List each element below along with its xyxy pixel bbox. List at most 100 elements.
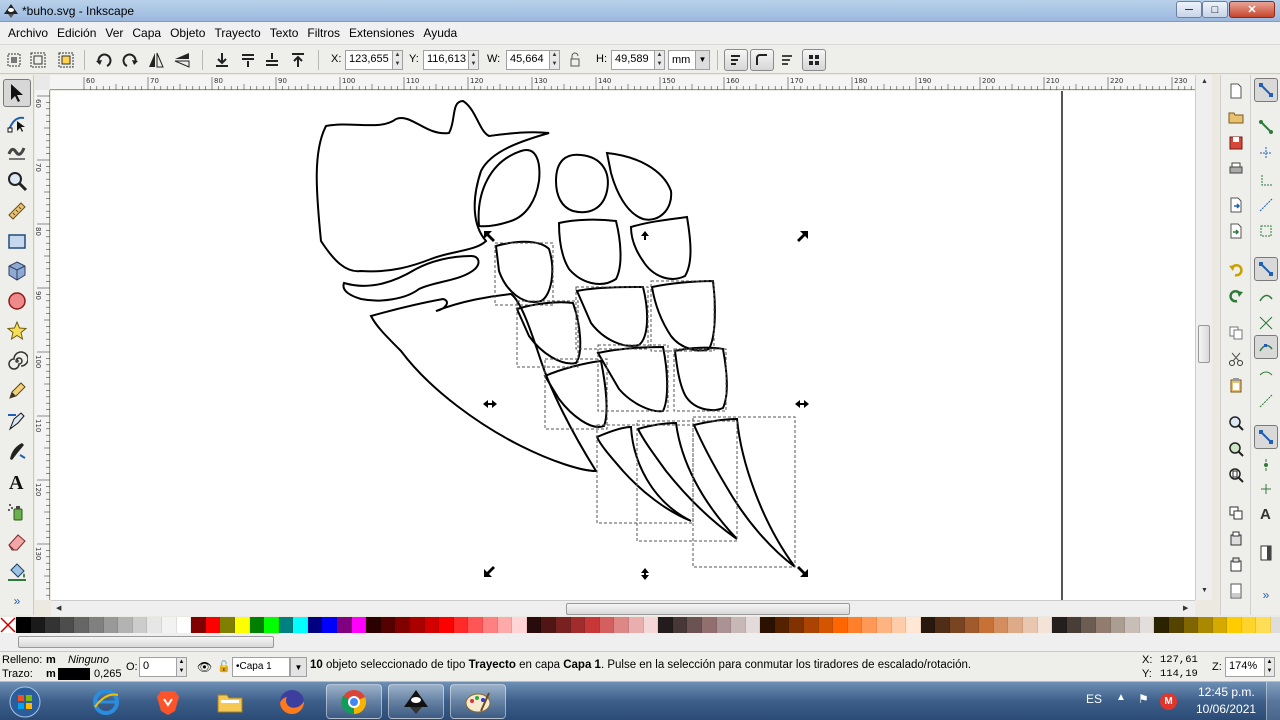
horizontal-scroll-thumb[interactable] — [566, 603, 850, 615]
color-swatch[interactable] — [614, 617, 629, 633]
star-tool[interactable] — [3, 317, 31, 345]
color-swatch[interactable] — [920, 617, 936, 633]
flip-vertical-icon[interactable] — [172, 50, 192, 70]
color-swatch[interactable] — [512, 617, 527, 633]
color-swatch[interactable] — [30, 617, 46, 633]
color-swatch[interactable] — [716, 617, 732, 633]
color-swatch[interactable] — [1066, 617, 1082, 633]
move-gradients-icon[interactable] — [778, 50, 798, 70]
color-swatch[interactable] — [103, 617, 119, 633]
color-swatch[interactable] — [1052, 617, 1067, 633]
color-swatch[interactable] — [293, 617, 308, 633]
pencil-tool[interactable] — [3, 377, 31, 405]
w-spinner[interactable]: ▲ ▼ — [550, 50, 560, 70]
export-icon[interactable] — [1226, 221, 1246, 241]
color-swatch[interactable] — [264, 617, 279, 633]
x-input[interactable]: 123,655 — [345, 50, 393, 70]
snap-page-border-icon[interactable] — [1256, 543, 1276, 563]
clone-icon[interactable] — [1226, 529, 1246, 549]
color-swatch[interactable] — [307, 617, 323, 633]
color-swatch[interactable] — [1154, 617, 1169, 633]
color-swatch[interactable] — [628, 617, 644, 633]
color-swatch[interactable] — [891, 617, 907, 633]
color-swatch[interactable] — [1095, 617, 1111, 633]
color-swatch[interactable] — [599, 617, 615, 633]
color-swatch[interactable] — [818, 617, 834, 633]
color-swatch[interactable] — [964, 617, 980, 633]
duplicate-icon[interactable] — [1226, 503, 1246, 523]
lock-icon[interactable] — [565, 50, 585, 70]
color-swatch[interactable] — [774, 617, 790, 633]
color-swatch[interactable] — [833, 617, 848, 633]
snap-bbox-edge-icon[interactable] — [1256, 143, 1276, 163]
save-document-icon[interactable] — [1226, 133, 1246, 153]
chevron-down-icon[interactable]: ▼ — [290, 657, 307, 677]
ellipse-tool[interactable] — [3, 287, 31, 315]
menu-capa[interactable]: Capa — [128, 26, 165, 40]
snap-bbox-midpoint-icon[interactable] — [1256, 195, 1276, 215]
color-swatch[interactable] — [147, 617, 162, 633]
zoom-selection-icon[interactable] — [1226, 413, 1246, 433]
color-swatch[interactable] — [191, 617, 206, 633]
color-swatch[interactable] — [161, 617, 177, 633]
new-document-icon[interactable] — [1226, 81, 1246, 101]
color-swatch[interactable] — [906, 617, 921, 633]
color-swatch[interactable] — [483, 617, 498, 633]
color-swatch[interactable] — [45, 617, 60, 633]
color-swatch[interactable] — [88, 617, 104, 633]
spiral-tool[interactable] — [3, 347, 31, 375]
color-swatch[interactable] — [526, 617, 542, 633]
color-swatch[interactable] — [220, 617, 235, 633]
no-paint-swatch[interactable] — [0, 617, 16, 633]
snap-bbox-icon[interactable] — [1256, 117, 1276, 137]
menu-ver[interactable]: Ver — [101, 26, 127, 40]
layer-select[interactable]: •Capa 1 — [232, 657, 290, 677]
snap-bbox-corner-icon[interactable] — [1256, 169, 1276, 189]
menu-objeto[interactable]: Objeto — [166, 26, 209, 40]
copy-icon[interactable] — [1226, 323, 1246, 343]
language-indicator[interactable]: ES — [1086, 692, 1102, 706]
color-swatch[interactable] — [672, 617, 688, 633]
snap-intersection-icon[interactable] — [1256, 313, 1276, 333]
zoom-tool[interactable] — [3, 167, 31, 195]
antivirus-icon[interactable]: M — [1160, 693, 1177, 710]
color-swatch[interactable] — [877, 617, 892, 633]
zoom-page-icon[interactable] — [1226, 465, 1246, 485]
color-swatch[interactable] — [1125, 617, 1140, 633]
color-swatch[interactable] — [366, 617, 381, 633]
raise-to-top-icon[interactable] — [288, 50, 308, 70]
lock-layer-icon[interactable]: 🔓 — [217, 660, 231, 673]
palette-scrollbar[interactable] — [0, 633, 1280, 651]
color-swatch[interactable] — [497, 617, 513, 633]
menu-trayecto[interactable]: Trayecto — [210, 26, 264, 40]
rotate-ccw-icon[interactable] — [94, 50, 114, 70]
scale-stroke-toggle[interactable] — [724, 49, 748, 71]
color-swatch[interactable] — [993, 617, 1009, 633]
color-swatch[interactable] — [1168, 617, 1184, 633]
color-swatch[interactable] — [541, 617, 556, 633]
color-swatch[interactable] — [16, 617, 31, 633]
color-swatch[interactable] — [322, 617, 338, 633]
fill-value[interactable]: Ninguno — [68, 654, 109, 666]
color-swatch[interactable] — [1198, 617, 1213, 633]
scale-corners-toggle[interactable] — [750, 49, 774, 71]
color-swatch[interactable] — [132, 617, 148, 633]
zoom-drawing-icon[interactable] — [1226, 439, 1246, 459]
color-swatch[interactable] — [249, 617, 265, 633]
color-swatch[interactable] — [847, 617, 863, 633]
color-swatch[interactable] — [1241, 617, 1257, 633]
rotate-cw-icon[interactable] — [120, 50, 140, 70]
eraser-tool[interactable] — [3, 527, 31, 555]
snap-smooth-nodes-icon[interactable] — [1256, 365, 1276, 385]
selector-tool[interactable] — [3, 79, 31, 107]
spray-tool[interactable] — [3, 497, 31, 525]
menu-archivo[interactable]: Archivo — [4, 26, 52, 40]
rectangle-tool[interactable] — [3, 227, 31, 255]
color-swatch[interactable] — [1037, 617, 1053, 633]
color-swatch[interactable] — [59, 617, 75, 633]
chevron-down-icon[interactable]: ▼ — [695, 51, 709, 69]
hide-layer-icon[interactable]: 👁 — [197, 660, 212, 674]
color-swatch[interactable] — [1183, 617, 1199, 633]
group-icon[interactable] — [1226, 581, 1246, 601]
left-ruler[interactable]: 60708090100110120130140 — [35, 90, 50, 600]
